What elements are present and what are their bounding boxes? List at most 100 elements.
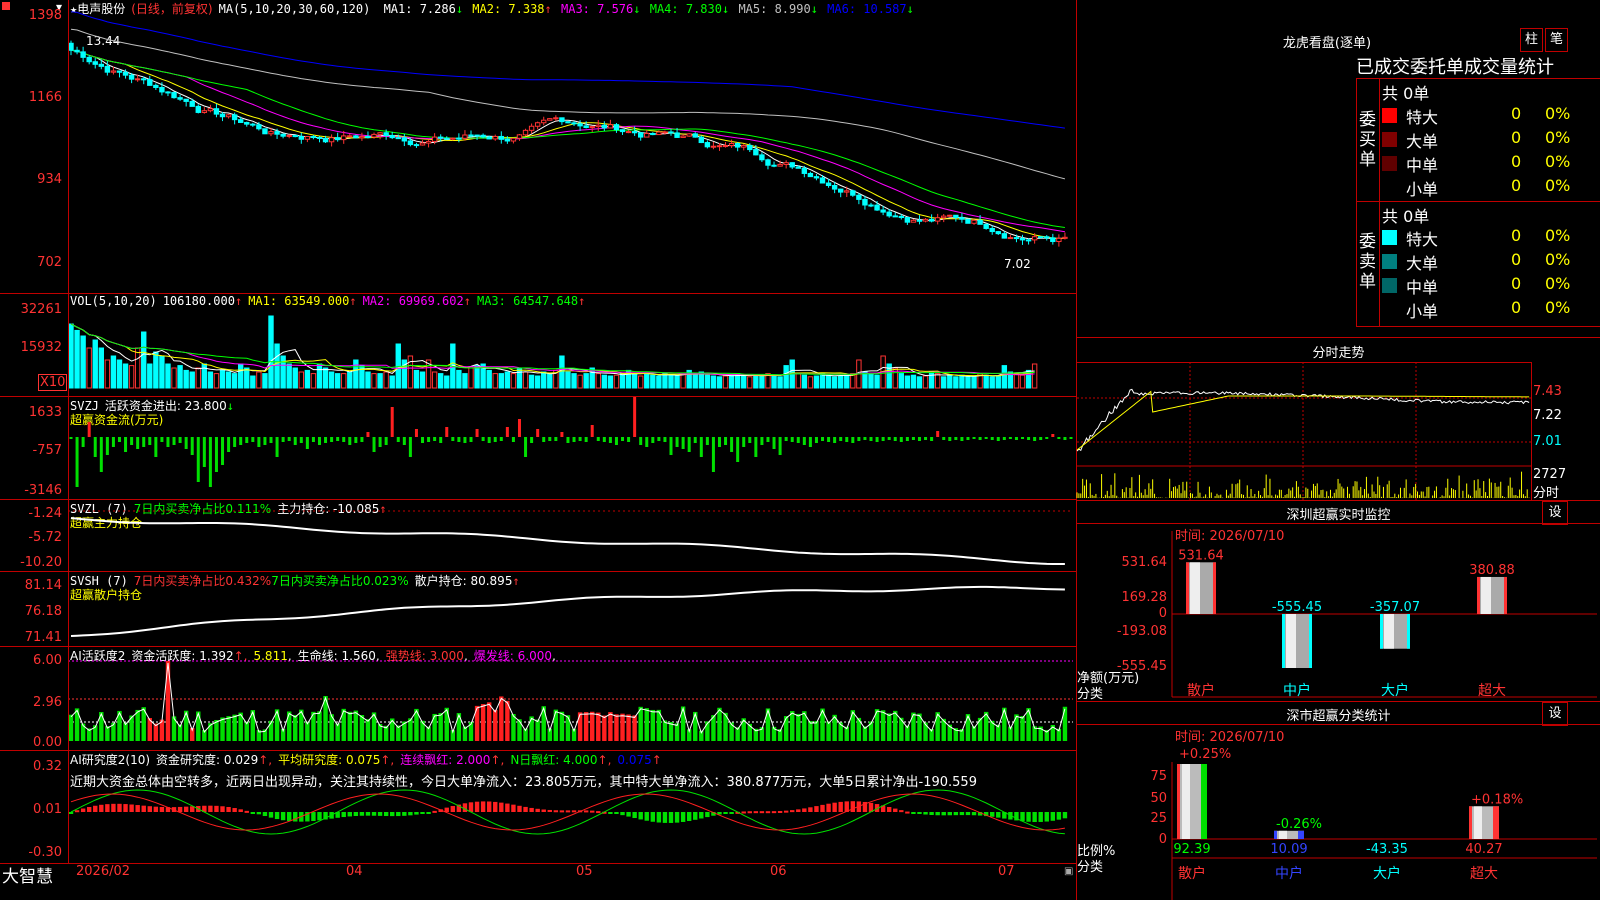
flow-bar: [372, 437, 376, 452]
flow-bar: [142, 437, 146, 447]
research-bar: [474, 801, 480, 812]
research-bar: [929, 812, 934, 816]
activity-bar: [614, 714, 619, 741]
volume-bar: [183, 369, 189, 389]
dragon-tiger-panel[interactable]: 龙虎看盘(逐单) 柱 笔 已成交委托单成交量统计 委买单 委卖单 共 0单 共 …: [1077, 0, 1600, 337]
category-label: 中户: [1275, 865, 1303, 882]
flow-bar: [427, 437, 431, 442]
volume-bar: [462, 373, 468, 389]
research-bar: [220, 806, 225, 812]
sz-class-panel[interactable]: 深市超赢分类统计 设 时间: 2026/07/10 75 50 25 0 比例%…: [1077, 702, 1600, 900]
flow-bar: [608, 437, 612, 443]
activity-bar: [808, 721, 813, 741]
research-bar: [911, 812, 916, 814]
flow-bar: [960, 437, 964, 441]
research-bar: [135, 805, 140, 812]
period-label: (日线，前复权): [131, 2, 213, 16]
price-panel[interactable]: ★电声股份 (日线，前复权) MA(5,10,20,30,60,120) MA1: …: [0, 0, 1076, 293]
flow-bar: [808, 437, 812, 447]
research-bar: [583, 810, 589, 813]
research-bar: [117, 803, 122, 812]
flow-bar: [87, 422, 91, 437]
volume-bar: [189, 371, 195, 389]
flow-bar: [990, 437, 994, 440]
bar-mode-button[interactable]: 柱: [1520, 28, 1543, 52]
intraday-title: 分时走势: [1312, 346, 1365, 361]
candle-body: [922, 218, 929, 222]
volume-panel[interactable]: VOL(5,10,20) 106180.000↑ MA1: 63549.000↑ MA…: [0, 294, 1076, 396]
volume-bar: [928, 371, 935, 389]
flow-bar: [705, 437, 709, 445]
ai-research-panel[interactable]: AI研究度2(10) 资金研究度: 0.029↑, 平均研究度: 0.075↑, 连续…: [0, 751, 1076, 863]
research-bar: [808, 807, 813, 812]
candle-body: [741, 144, 747, 148]
candle-body: [577, 123, 583, 127]
order-percent: 0%: [1545, 176, 1571, 195]
candle-body: [522, 129, 529, 136]
volume-bar: [534, 375, 541, 389]
svsh-panel[interactable]: SVSH (7) 7日内买卖净占比0.432%7日内买卖净占比0.023% 散户持仓…: [0, 572, 1076, 646]
dragon-tiger-subtitle: 已成交委托单成交量统计: [1356, 57, 1554, 78]
candle-body: [347, 135, 353, 138]
candle-body: [880, 209, 886, 213]
activity-bar: [268, 720, 274, 741]
volume-bar: [128, 365, 135, 389]
volume-bar: [747, 376, 753, 389]
candle-body: [189, 100, 195, 107]
ratio-value-label: 92.39: [1173, 842, 1210, 857]
volume-bar: [922, 375, 929, 389]
research-bar: [614, 812, 619, 814]
candle-body: [1013, 237, 1020, 240]
tick-mode-button[interactable]: 笔: [1545, 28, 1568, 52]
order-percent: 0%: [1545, 152, 1571, 171]
category-label: 中户: [1283, 682, 1311, 699]
vol-ma1: MA1: 63549.000: [248, 294, 350, 308]
net-bar-edge: [1186, 562, 1189, 614]
flow-bar: [578, 437, 582, 441]
sz-monitor-panel[interactable]: 深圳超赢实时监控 设 时间: 2026/07/10 531.64 169.28 …: [1077, 501, 1600, 702]
ai-active-panel[interactable]: AI活跃度2 资金活跃度: 1.392↑, 5.811, 生命线: 1.560, 强势线…: [0, 647, 1076, 750]
candle-body: [498, 135, 505, 140]
flow-bar: [160, 437, 164, 442]
activity-bar: [644, 708, 649, 741]
candle-body: [850, 190, 856, 196]
research-bar: [1062, 812, 1068, 819]
volume-bar: [268, 315, 274, 389]
ai-active-ytick: 6.00: [33, 653, 62, 668]
volume-bar: [195, 367, 201, 389]
candle-body: [910, 219, 917, 223]
price-chart: [68, 11, 1068, 247]
activity-bar: [602, 715, 607, 741]
flow-bar: [911, 437, 915, 440]
volume-bar: [844, 374, 850, 389]
svzl-panel[interactable]: SVZL (7) 7日内买卖净占比0.111% 主力持仓: -10.085↑ 超赢主…: [0, 500, 1076, 571]
research-bar: [529, 807, 534, 812]
lock-icon[interactable]: ▣: [1064, 866, 1073, 877]
research-bar: [250, 812, 256, 814]
research-bar: [486, 801, 492, 812]
flow-bar: [881, 437, 885, 441]
activity-bar: [668, 722, 674, 741]
candle-body: [680, 135, 686, 138]
order-percent: 0%: [1545, 104, 1571, 123]
flow-bar: [560, 432, 564, 437]
volume-bar: [110, 355, 117, 389]
research-bar: [286, 812, 292, 822]
vol-ytick: 32261: [20, 302, 62, 317]
research-bar: [699, 812, 704, 819]
intraday-panel[interactable]: 分时走势 7.43 7.22 7.01 2727 分时: [1076, 338, 1600, 501]
flow-bar: [754, 437, 758, 457]
candle-body: [462, 134, 468, 139]
volume-bar: [80, 335, 86, 389]
volume-bar: [971, 375, 977, 389]
research-bar: [1044, 812, 1049, 822]
research-bar: [214, 805, 219, 812]
candle-body: [601, 124, 608, 129]
flow-bar: [330, 437, 334, 442]
flow-bar: [651, 437, 655, 443]
flow-bar: [699, 437, 703, 457]
research-bar: [426, 812, 431, 814]
research-bar: [996, 812, 1001, 818]
flow-bar: [1033, 437, 1037, 441]
svzj-panel[interactable]: SVZJ 活跃资金进出: 23.800↓ 超赢资金流(万元) 1633 -757 …: [0, 397, 1076, 499]
